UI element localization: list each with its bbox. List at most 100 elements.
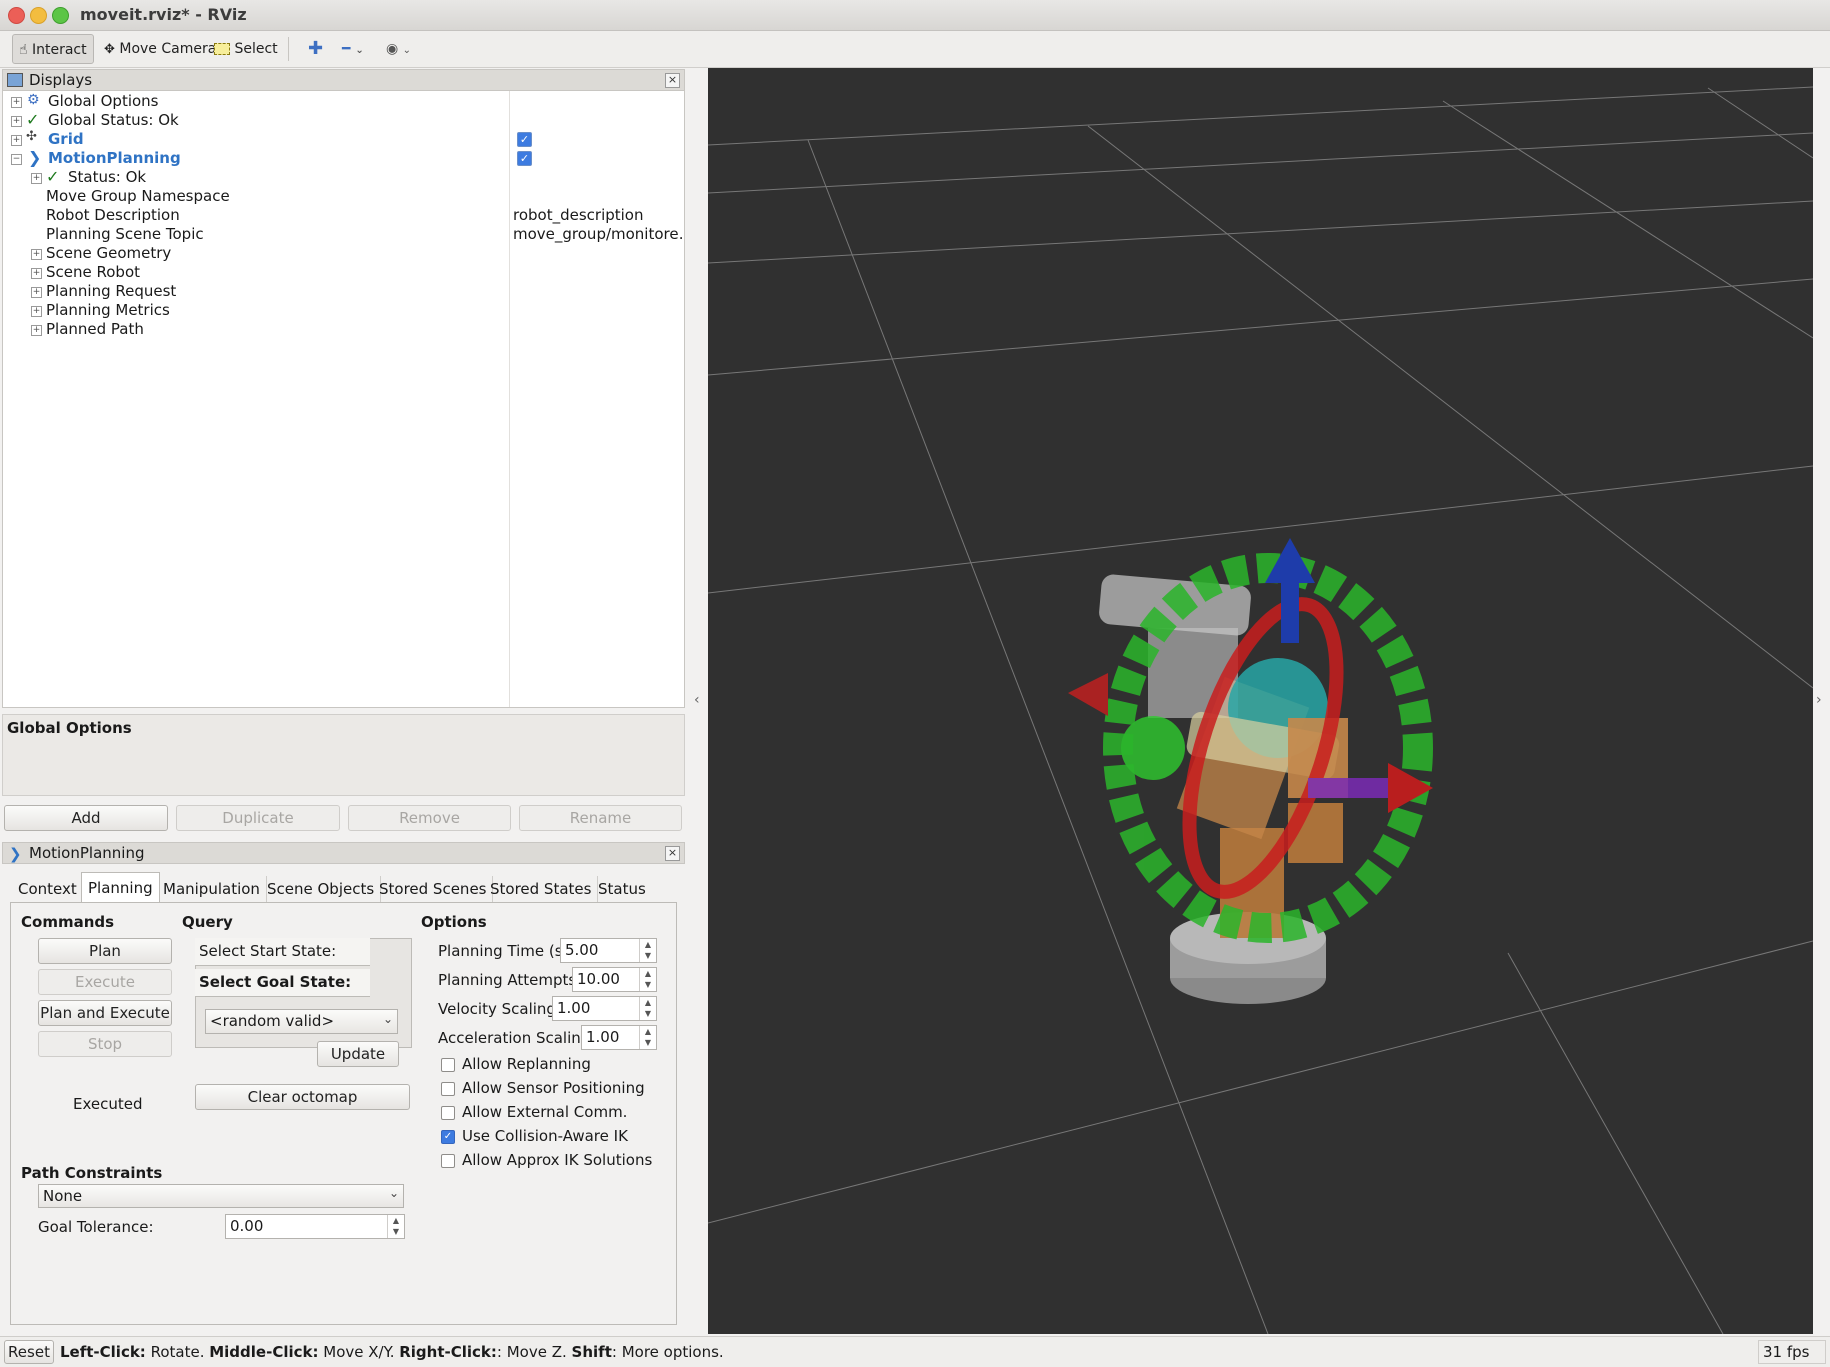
expand-icon[interactable]: +	[31, 249, 42, 260]
velocity-scaling-value: 1.00	[557, 999, 591, 1017]
update-button[interactable]: Update	[317, 1041, 399, 1067]
tree-item-planning-scene-topic[interactable]: Planning Scene Topic	[46, 225, 204, 244]
goal-state-section-header[interactable]: Select Goal State:	[195, 969, 370, 997]
remove-tool-icon[interactable]: ━ ⌄	[336, 34, 370, 64]
tab-stored-scenes[interactable]: Stored Scenes	[373, 876, 494, 902]
tab-status[interactable]: Status	[592, 876, 652, 902]
eye-icon[interactable]: ◉ ⌄	[380, 34, 417, 64]
interact-tool-button[interactable]: ☝ Interact	[12, 34, 94, 64]
acceleration-scaling-value: 1.00	[586, 1028, 620, 1046]
goal-state-label: Select Goal State:	[199, 973, 352, 991]
planning-time-spinbox[interactable]: 5.00 ▲ ▼	[560, 938, 657, 963]
goal-state-value: <random valid>	[210, 1012, 335, 1030]
tab-context[interactable]: Context	[12, 876, 84, 902]
tree-item-move-group-namespace[interactable]: Move Group Namespace	[46, 187, 230, 206]
window-title: moveit.rviz* - RViz	[80, 5, 247, 24]
tree-item-grid[interactable]: Grid	[48, 130, 84, 149]
expand-icon[interactable]: +	[31, 325, 42, 336]
close-icon[interactable]: ×	[665, 73, 680, 88]
goal-state-select[interactable]: <random valid> ⌄	[205, 1009, 398, 1034]
tree-item-scene-robot[interactable]: Scene Robot	[46, 263, 140, 282]
expand-icon[interactable]: +	[31, 306, 42, 317]
tree-item-global-options[interactable]: Global Options	[48, 92, 159, 111]
select-tool-button[interactable]: Select	[208, 34, 284, 64]
planning-attempts-spinbox[interactable]: 10.00 ▲ ▼	[572, 967, 657, 992]
check-icon: ✓	[46, 167, 60, 186]
displays-panel-header: Displays ×	[2, 69, 685, 91]
expand-icon[interactable]: +	[11, 135, 22, 146]
tree-item-motion-planning[interactable]: MotionPlanning	[48, 149, 181, 168]
scene-render	[708, 86, 1813, 1334]
rename-display-button[interactable]: Rename	[519, 805, 682, 831]
planning-scene-topic-value[interactable]: move_group/monitore…	[513, 225, 685, 244]
status-bar: Reset Left-Click: Rotate. Middle-Click: …	[0, 1336, 1830, 1367]
robot-description-value[interactable]: robot_description	[513, 206, 685, 225]
allow-external-comm-label: Allow External Comm.	[462, 1103, 628, 1121]
spin-arrows-icon[interactable]: ▲ ▼	[639, 968, 656, 991]
remove-display-button[interactable]: Remove	[348, 805, 511, 831]
collapse-icon[interactable]: −	[11, 154, 22, 165]
goal-tolerance-spinbox[interactable]: 0.00 ▲ ▼	[225, 1214, 405, 1239]
motion-planning-icon: ❯	[28, 148, 42, 167]
move-camera-tool-button[interactable]: ✥ Move Camera	[98, 34, 222, 64]
execution-status-label: Executed	[73, 1095, 143, 1113]
tree-item-planned-path[interactable]: Planned Path	[46, 320, 144, 339]
add-display-button[interactable]: Add	[4, 805, 168, 831]
tab-stored-states[interactable]: Stored States	[484, 876, 599, 902]
collapse-left-icon[interactable]: ‹	[694, 692, 700, 708]
velocity-scaling-spinbox[interactable]: 1.00 ▲ ▼	[552, 996, 657, 1021]
plan-button[interactable]: Plan	[38, 938, 172, 964]
allow-external-comm-checkbox[interactable]	[441, 1106, 455, 1120]
tree-item-scene-geometry[interactable]: Scene Geometry	[46, 244, 171, 263]
render-viewport[interactable]	[708, 68, 1813, 1334]
planning-time-label: Planning Time (s):	[438, 942, 574, 960]
tab-planning[interactable]: Planning	[81, 872, 160, 903]
spin-arrows-icon[interactable]: ▲ ▼	[639, 1026, 656, 1049]
tab-scene-objects[interactable]: Scene Objects	[261, 876, 382, 902]
start-state-label: Select Start State:	[199, 942, 337, 960]
use-collision-aware-ik-checkbox[interactable]: ✓	[441, 1130, 455, 1144]
tree-item-planning-metrics[interactable]: Planning Metrics	[46, 301, 170, 320]
minimize-window-button[interactable]	[30, 7, 47, 24]
expand-icon[interactable]: +	[31, 287, 42, 298]
expand-icon[interactable]: +	[31, 173, 42, 184]
chevron-down-icon: ⌄	[388, 1186, 399, 1200]
close-window-button[interactable]	[8, 7, 25, 24]
tree-item-planning-request[interactable]: Planning Request	[46, 282, 176, 301]
expand-icon[interactable]: +	[31, 268, 42, 279]
expand-icon[interactable]: +	[11, 97, 22, 108]
spin-arrows-icon[interactable]: ▲ ▼	[639, 997, 656, 1020]
tree-item-robot-description[interactable]: Robot Description	[46, 206, 180, 225]
expand-icon[interactable]: +	[11, 116, 22, 127]
clear-octomap-button[interactable]: Clear octomap	[195, 1084, 410, 1110]
collapse-right-icon[interactable]: ›	[1816, 692, 1822, 708]
hand-icon: ☝	[19, 42, 28, 58]
motion-planning-enabled-checkbox[interactable]: ✓	[517, 151, 532, 166]
path-constraints-title: Path Constraints	[21, 1164, 163, 1182]
allow-approx-ik-checkbox[interactable]	[441, 1154, 455, 1168]
path-constraints-select[interactable]: None ⌄	[38, 1184, 404, 1208]
execute-button[interactable]: Execute	[38, 969, 172, 995]
select-box-icon	[214, 43, 230, 55]
add-tool-icon[interactable]: ✚	[302, 34, 329, 64]
grid-enabled-checkbox[interactable]: ✓	[517, 132, 532, 147]
planning-time-value: 5.00	[565, 941, 599, 959]
duplicate-display-button[interactable]: Duplicate	[176, 805, 340, 831]
plan-and-execute-button[interactable]: Plan and Execute	[38, 1000, 172, 1026]
acceleration-scaling-spinbox[interactable]: 1.00 ▲ ▼	[581, 1025, 657, 1050]
close-icon[interactable]: ×	[665, 846, 680, 861]
tab-manipulation[interactable]: Manipulation	[157, 876, 267, 902]
allow-sensor-positioning-checkbox[interactable]	[441, 1082, 455, 1096]
stop-button[interactable]: Stop	[38, 1031, 172, 1057]
reset-button[interactable]: Reset	[4, 1340, 54, 1364]
interact-label: Interact	[31, 42, 87, 58]
maximize-window-button[interactable]	[52, 7, 69, 24]
tree-item-status[interactable]: Status: Ok	[68, 168, 146, 187]
allow-replanning-checkbox[interactable]	[441, 1058, 455, 1072]
tree-item-global-status[interactable]: Global Status: Ok	[48, 111, 179, 130]
spin-arrows-icon[interactable]: ▲ ▼	[639, 939, 656, 962]
start-state-section-header[interactable]: Select Start State:	[195, 938, 370, 966]
use-collision-aware-ik-label: Use Collision-Aware IK	[462, 1127, 628, 1145]
allow-approx-ik-label: Allow Approx IK Solutions	[462, 1151, 653, 1169]
spin-arrows-icon[interactable]: ▲ ▼	[387, 1215, 404, 1238]
